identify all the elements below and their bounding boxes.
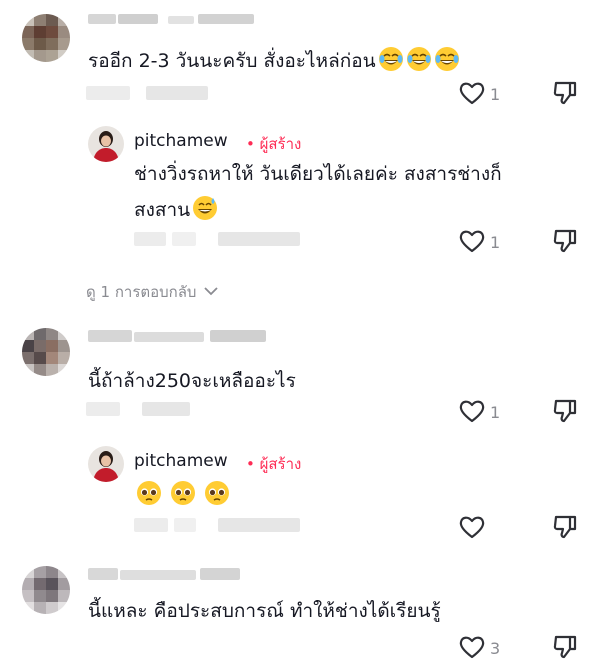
reply-username[interactable]: pitchamew [134,451,228,471]
heart-icon[interactable] [458,398,486,424]
thumbs-down-icon[interactable] [552,514,578,540]
chevron-down-icon [204,287,218,296]
like-count: 3 [490,639,501,658]
thumbs-down-icon[interactable] [552,228,578,254]
avatar[interactable] [22,14,70,62]
creator-avatar[interactable] [88,126,124,162]
reply-text-line-1: ช่างวิ่งรถหาให้ วันเดียวได้เลยค่ะ สงสารช… [134,163,502,185]
avatar[interactable] [22,328,70,376]
heart-icon[interactable] [458,228,486,254]
emoji-pleading-face [134,481,230,506]
like-count: 1 [490,403,501,422]
comment-text: นี้ถ้าล้าง250จะเหลืออะไร [88,370,296,392]
like-count: 1 [490,85,501,104]
comment-text: รออีก 2-3 วันนะครับ สั่งอะไหล่ก่อน [88,44,460,78]
heart-icon[interactable] [458,80,486,106]
creator-tag: • ผู้สร้าง [246,455,302,473]
emoji-face-with-tears-of-joy [376,47,460,72]
emoji-grinning-face-with-sweat [190,196,218,221]
thumbs-down-icon[interactable] [552,80,578,106]
view-replies-button[interactable]: ดู 1 การตอบกลับ [86,280,219,304]
avatar[interactable] [22,566,70,614]
reply-username[interactable]: pitchamew [134,131,228,151]
heart-icon[interactable] [458,634,486,660]
heart-icon[interactable] [458,514,486,540]
thumbs-down-icon[interactable] [552,634,578,660]
comment-text: นี้แหละ คือประสบการณ์ ทำให้ช่างได้เรียนร… [88,600,441,622]
reply-emojis [134,478,230,512]
creator-avatar[interactable] [88,446,124,482]
reply-text-line-2: สงสาน [134,193,218,227]
like-count: 1 [490,233,501,252]
thumbs-down-icon[interactable] [552,398,578,424]
creator-tag: • ผู้สร้าง [246,135,302,153]
